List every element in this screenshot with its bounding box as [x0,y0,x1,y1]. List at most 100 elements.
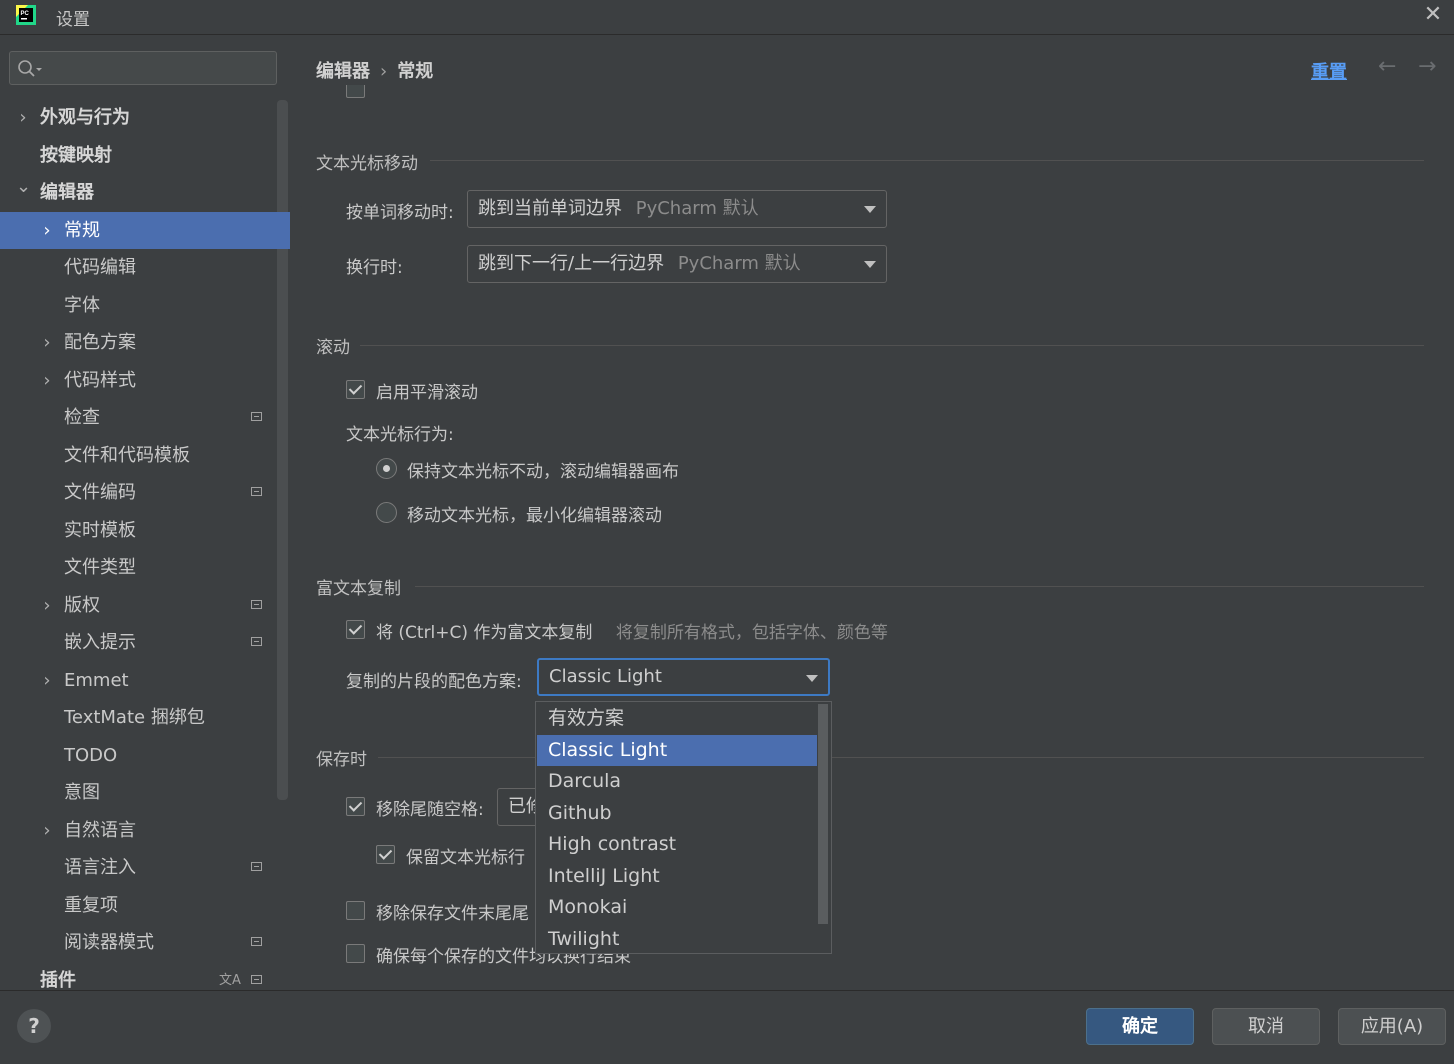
sidebar-item[interactable]: 代码编辑 [0,249,290,286]
cancel-button[interactable]: 取消 [1212,1008,1320,1045]
chevron-right-icon[interactable]: › [40,812,54,849]
sidebar-item[interactable]: › 配色方案 [0,324,290,361]
keep-caret-line-checkbox[interactable] [376,845,395,864]
sidebar-item[interactable]: 语言注入 [0,849,290,886]
section-title: 文本光标移动 [316,154,418,174]
dropdown-option[interactable]: Classic Light [537,735,817,766]
chevron-down-icon[interactable]: ⌄ [16,168,31,205]
sidebar-item[interactable]: ⌄ 编辑器 [0,174,290,211]
rich-copy-checkbox[interactable] [346,620,365,639]
project-level-icon [251,862,262,871]
dropdown-scrollbar[interactable] [818,704,828,924]
radio-move-caret[interactable] [376,502,397,523]
dropdown-option[interactable]: High contrast [537,829,817,860]
breadcrumb-item: 常规 [397,61,434,82]
sidebar-item-label: 实时模板 [64,520,136,541]
sidebar-item-label: 重复项 [64,895,118,916]
chevron-right-icon[interactable]: › [40,212,54,249]
dropdown-option[interactable]: Github [537,798,817,829]
remove-trailing-lines-label[interactable]: 移除保存文件末尾尾 [376,899,529,924]
help-button[interactable]: ? [17,1009,51,1043]
scheme-label: 复制的片段的配色方案: [346,672,522,692]
arrow-left-icon[interactable]: ← [1378,54,1396,79]
sidebar-item[interactable]: 文件类型 [0,549,290,586]
ensure-newline-checkbox[interactable] [346,944,365,963]
rich-copy-label[interactable]: 将 (Ctrl+C) 作为富文本复制 将复制所有格式，包括字体、颜色等 [376,618,888,643]
sidebar-item-label: 文件编码 [64,482,136,503]
line-change-label: 换行时: [346,258,403,278]
svg-text:PC: PC [21,11,30,17]
chevron-right-icon[interactable]: › [40,362,54,399]
dropdown-option[interactable]: IntelliJ Light [537,861,817,892]
sidebar-item[interactable]: 检查 [0,399,290,436]
sidebar-item[interactable]: TextMate 捆绑包 [0,699,290,736]
chevron-right-icon[interactable]: › [40,662,54,699]
sidebar-item[interactable]: › 常规 [0,212,290,249]
smooth-scroll-label[interactable]: 启用平滑滚动 [376,378,478,403]
combo-value: 跳到当前单词边界 [478,198,622,219]
close-icon[interactable]: ✕ [1420,2,1446,28]
sidebar-item-label: 代码编辑 [64,257,136,278]
smooth-scroll-checkbox[interactable] [346,380,365,399]
scheme-dropdown-list[interactable]: 有效方案 Classic Light Darcula Github High contr… [535,701,832,954]
sidebar-item[interactable]: 阅读器模式 [0,924,290,961]
strip-whitespace-checkbox[interactable] [346,797,365,816]
word-move-combobox[interactable]: 跳到当前单词边界 PyCharm 默认 [467,190,887,228]
chevron-right-icon[interactable]: › [40,587,54,624]
project-level-icon [251,637,262,646]
dropdown-option[interactable]: 有效方案 [537,703,817,734]
dropdown-option[interactable]: Darcula [537,766,817,797]
sidebar-item-label: 意图 [64,782,100,803]
apply-button[interactable]: 应用(A) [1338,1008,1446,1045]
sidebar-item[interactable]: 按键映射 [0,137,290,174]
dropdown-option[interactable]: Twilight [537,924,817,955]
sidebar-item-label: 嵌入提示 [64,632,136,653]
sidebar-item[interactable]: 实时模板 [0,512,290,549]
pycharm-logo-icon: PC [16,5,36,25]
chevron-down-icon [806,675,818,682]
scheme-combobox[interactable]: Classic Light [537,658,830,696]
radio-move-caret-label[interactable]: 移动文本光标，最小化编辑器滚动 [407,501,662,526]
sidebar-item[interactable]: › 外观与行为 [0,99,290,136]
dropdown-option[interactable]: Monokai [537,892,817,923]
section-title: 富文本复制 [316,579,401,599]
project-level-icon [251,600,262,609]
section-divider [415,586,1424,587]
sidebar-item[interactable]: 意图 [0,774,290,811]
chevron-right-icon[interactable]: › [40,324,54,361]
chevron-right-icon[interactable]: › [16,99,30,136]
sidebar-item[interactable]: › 代码样式 [0,362,290,399]
sidebar-item[interactable]: TODO [0,737,290,774]
remove-trailing-lines-checkbox[interactable] [346,901,365,920]
sidebar-item[interactable]: 重复项 [0,887,290,924]
section-divider [360,345,1424,346]
sidebar-item[interactable]: 文件和代码模板 [0,437,290,474]
breadcrumb-item[interactable]: 编辑器 [316,61,370,82]
radio-keep-caret[interactable] [376,458,397,479]
keep-caret-line-label[interactable]: 保留文本光标行 [406,843,525,868]
search-icon [18,60,42,77]
sidebar-item-label: 文件类型 [64,557,136,578]
combo-hint: PyCharm 默认 [677,253,801,274]
sidebar-item[interactable]: 文件编码 [0,474,290,511]
breadcrumb: 编辑器 › 常规 [316,57,433,83]
sidebar-item[interactable]: › 自然语言 [0,812,290,849]
line-change-combobox[interactable]: 跳到下一行/上一行边界 PyCharm 默认 [467,245,887,283]
arrow-right-icon[interactable]: → [1418,54,1436,79]
sidebar-item[interactable]: 嵌入提示 [0,624,290,661]
combo-value: Classic Light [549,666,662,687]
radio-keep-caret-label[interactable]: 保持文本光标不动，滚动编辑器画布 [407,457,679,482]
settings-content: 文本光标移动 按单词移动时: 跳到当前单词边界 PyCharm 默认 换行时: … [292,85,1454,990]
sidebar-item-label: 文件和代码模板 [64,445,190,466]
combo-value: 跳到下一行/上一行边界 [478,253,665,274]
search-input[interactable] [9,51,277,85]
sidebar-item[interactable]: › 版权 [0,587,290,624]
sidebar-item[interactable]: › Emmet [0,662,290,699]
sidebar-item-label: 配色方案 [64,332,136,353]
reset-link[interactable]: 重置 [1311,58,1347,84]
hidden-checkbox[interactable] [346,85,365,98]
sidebar-item-label: 按键映射 [40,145,112,166]
strip-whitespace-label[interactable]: 移除尾随空格: [376,795,484,820]
sidebar-item[interactable]: 字体 [0,287,290,324]
ok-button[interactable]: 确定 [1086,1008,1194,1045]
